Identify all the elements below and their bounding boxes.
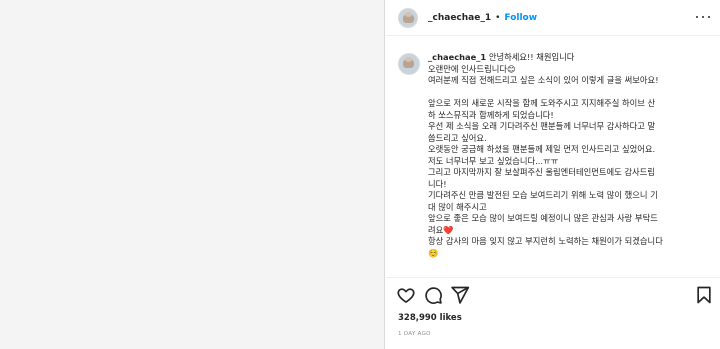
caption-line: 려요❤️	[428, 224, 454, 235]
caption-line: 우선 제 소식을 오래 기다려주신 팬분들께 너무너무 감사하다고 말	[428, 121, 656, 131]
caption-block: _chaechae_1 안녕하세요!! 채원입니다 오랜만에 인사드립니다😊 여…	[398, 52, 714, 274]
post-side-panel: _chaechae_1 • Follow _chaechae_1 안녕하세요!!…	[386, 0, 720, 349]
avatar[interactable]	[398, 7, 418, 28]
caption-line: 그리고 마지막까지 잘 보살펴주신 울림엔터테인먼트에도 감사드립	[428, 167, 655, 177]
caption-line: 대 많이 해주시고	[428, 201, 487, 212]
caption-username-link[interactable]: _chaechae_1	[428, 52, 486, 62]
caption-line: 항상 감사의 마음 잊지 않고 부지런히 노력하는 채원이가 되겠습니다	[428, 236, 663, 246]
header-username-link[interactable]: _chaechae_1	[428, 13, 491, 23]
avatar-image-detail	[405, 57, 412, 62]
post-media-area[interactable]	[0, 0, 385, 349]
post-timestamp[interactable]: 1 DAY AGO	[398, 331, 431, 337]
more-options-icon[interactable]	[696, 12, 710, 22]
send-icon[interactable]	[450, 285, 470, 305]
comment-icon[interactable]	[423, 285, 443, 305]
more-dot	[701, 15, 705, 19]
bookmark-icon[interactable]	[694, 285, 714, 305]
likes-count[interactable]: 328,990 likes	[398, 313, 462, 323]
caption-line: 앞으로 저의 새로운 시작을 함께 도와주시고 지지해주실 하이브 산	[428, 98, 656, 108]
avatar-image-detail	[405, 11, 412, 17]
post-header: _chaechae_1 • Follow	[386, 0, 720, 36]
caption-line: ☺️	[428, 247, 439, 258]
heart-icon[interactable]	[396, 285, 416, 305]
caption-line: 기다려주신 만큼 발전된 모습 보여드리기 위해 노력 많이 했으니 기	[428, 190, 658, 200]
more-dot	[707, 15, 710, 19]
more-dot	[696, 15, 699, 19]
header-separator: •	[495, 12, 501, 23]
caption-line: 저도 너무너무 보고 싶었습니다...ㅠㅠ	[428, 155, 559, 166]
divider	[386, 277, 720, 278]
action-bar	[396, 285, 714, 305]
caption-line: 여러분께 직접 전해드리고 싶은 소식이 있어 이렇게 글을 써보아요!	[428, 75, 659, 85]
caption-line: 오랫동안 궁금해 하셨을 팬분들께 제일 먼저 인사드리고 싶었어요.	[428, 144, 656, 154]
caption-line-text: 안녕하세요!! 채원입니다	[488, 52, 575, 62]
caption-line: _chaechae_1 안녕하세요!! 채원입니다	[428, 52, 714, 64]
caption-avatar[interactable]	[398, 53, 420, 75]
caption-line: 니다!	[428, 178, 447, 189]
caption-line: 오랜만에 인사드립니다😊	[428, 63, 516, 74]
caption-line: 씀드리고 싶어요.	[428, 132, 487, 143]
caption-line: 앞으로 좋은 모습 많이 보여드릴 예정이니 많은 관심과 사랑 부탁드	[428, 213, 658, 223]
caption-line: 하 쏘스뮤직과 함께하게 되었습니다!	[428, 109, 554, 120]
follow-button[interactable]: Follow	[504, 13, 537, 23]
caption-text: _chaechae_1 안녕하세요!! 채원입니다 오랜만에 인사드립니다😊 여…	[428, 52, 714, 274]
